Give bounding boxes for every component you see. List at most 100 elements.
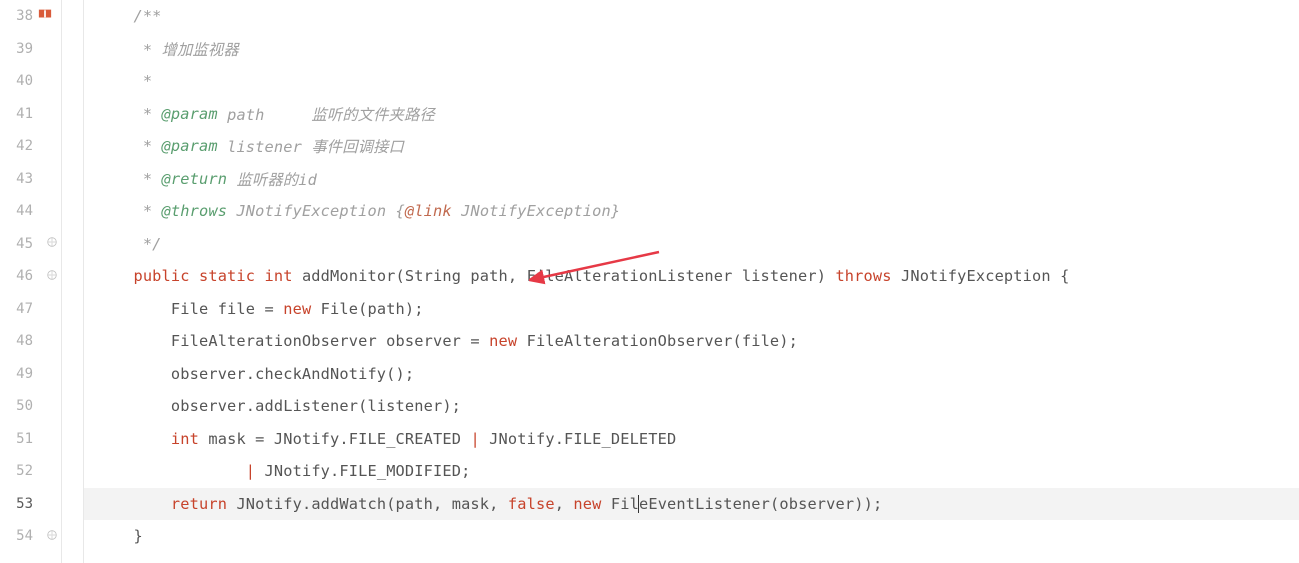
code-token: File file = <box>133 300 283 318</box>
line-number: 41 <box>16 106 33 122</box>
gutter-row[interactable]: 43 <box>0 163 61 196</box>
code-line[interactable]: * <box>84 65 1299 98</box>
code-token: Fil <box>602 495 639 513</box>
line-number: 46 <box>16 268 33 284</box>
code-editor[interactable]: 38 39 40 41 42 43 44 45 46 47 48 49 50 51 52 53 54 /** *… <box>0 0 1299 563</box>
code-token: new <box>283 300 311 318</box>
code-line[interactable]: * @return 监听器的id <box>84 163 1299 196</box>
code-token: , <box>555 495 574 513</box>
code-token: JNotify.FILE_MODIFIED; <box>255 462 470 480</box>
code-token: new <box>573 495 601 513</box>
code-token: observer.addListener(listener); <box>133 397 461 415</box>
code-line[interactable]: observer.addListener(listener); <box>84 390 1299 423</box>
code-line[interactable]: } <box>84 520 1299 553</box>
gutter-row[interactable]: 53 <box>0 488 61 521</box>
code-token: addMonitor(String path, FileAlterationLi… <box>293 267 836 285</box>
code-token <box>133 495 170 513</box>
code-line[interactable]: int mask = JNotify.FILE_CREATED | JNotif… <box>84 423 1299 456</box>
code-token: FileAlterationObserver observer = <box>133 332 489 350</box>
line-number: 45 <box>16 236 33 252</box>
gutter-row[interactable]: 52 <box>0 455 61 488</box>
line-number: 48 <box>16 333 33 349</box>
gutter-row[interactable]: 38 <box>0 0 61 33</box>
code-line[interactable]: * @throws JNotifyException {@link JNotif… <box>84 195 1299 228</box>
code-token: JNotifyException { <box>227 202 405 220</box>
gutter-row[interactable]: 47 <box>0 293 61 326</box>
code-token: */ <box>133 235 161 253</box>
code-token: JNotifyException { <box>892 267 1070 285</box>
gutter-row[interactable]: 45 <box>0 228 61 261</box>
fold-icon[interactable] <box>47 270 57 283</box>
code-token: File(path); <box>311 300 423 318</box>
code-line[interactable]: public static int addMonitor(String path… <box>84 260 1299 293</box>
gutter-row[interactable]: 48 <box>0 325 61 358</box>
code-token: /** <box>133 7 161 25</box>
line-number: 47 <box>16 301 33 317</box>
code-line[interactable]: FileAlterationObserver observer = new Fi… <box>84 325 1299 358</box>
gutter-row[interactable]: 39 <box>0 33 61 66</box>
code-token: public static int <box>133 267 292 285</box>
gutter-row[interactable]: 40 <box>0 65 61 98</box>
code-token: * <box>133 72 152 90</box>
gutter-row[interactable]: 42 <box>0 130 61 163</box>
code-line[interactable]: | JNotify.FILE_MODIFIED; <box>84 455 1299 488</box>
line-number: 51 <box>16 431 33 447</box>
margin-strip <box>62 0 84 563</box>
code-token: listener 事件回调接口 <box>218 135 404 157</box>
line-number: 43 <box>16 171 33 187</box>
code-token: @throws <box>162 202 228 220</box>
line-number: 53 <box>16 496 33 512</box>
code-token: mask = JNotify.FILE_CREATED <box>199 430 470 448</box>
line-number: 49 <box>16 366 33 382</box>
code-line[interactable]: * @param listener 事件回调接口 <box>84 130 1299 163</box>
code-token: @param <box>162 137 218 155</box>
code-area[interactable]: /** * 增加监视器 * * @param path 监听的文件夹路径 * @… <box>84 0 1299 563</box>
code-token: | <box>246 462 255 480</box>
gutter-row[interactable]: 51 <box>0 423 61 456</box>
code-token: return <box>171 495 227 513</box>
code-token: * <box>133 105 161 123</box>
gutter-row[interactable]: 44 <box>0 195 61 228</box>
line-number-gutter: 38 39 40 41 42 43 44 45 46 47 48 49 50 51 52 53 54 <box>0 0 62 563</box>
fold-icon[interactable] <box>47 237 57 250</box>
gutter-row[interactable]: 54 <box>0 520 61 553</box>
code-line[interactable]: return JNotify.addWatch(path, mask, fals… <box>84 488 1299 521</box>
gutter-row[interactable]: 50 <box>0 390 61 423</box>
code-token: throws <box>835 267 891 285</box>
code-line[interactable]: * 增加监视器 <box>84 33 1299 66</box>
code-line[interactable]: * @param path 监听的文件夹路径 <box>84 98 1299 131</box>
code-token: @link <box>405 202 452 220</box>
line-number: 38 <box>16 8 33 24</box>
code-token: JNotifyException} <box>452 202 620 220</box>
code-token: eEventListener(observer)); <box>639 495 882 513</box>
code-token: false <box>508 495 555 513</box>
gutter-row[interactable]: 41 <box>0 98 61 131</box>
line-number: 42 <box>16 138 33 154</box>
fold-icon[interactable] <box>47 530 57 543</box>
code-line[interactable]: File file = new File(path); <box>84 293 1299 326</box>
code-token: JNotify.addWatch(path, mask, <box>227 495 508 513</box>
code-token <box>133 430 170 448</box>
code-token: } <box>133 527 142 545</box>
line-number: 44 <box>16 203 33 219</box>
code-line[interactable]: */ <box>84 228 1299 261</box>
code-token: @param <box>162 105 218 123</box>
gutter-row[interactable]: 46 <box>0 260 61 293</box>
code-token: 监听器的id <box>227 168 317 190</box>
code-token: | <box>470 430 479 448</box>
code-token: observer.checkAndNotify(); <box>133 365 414 383</box>
code-token: JNotify.FILE_DELETED <box>480 430 677 448</box>
line-number: 40 <box>16 73 33 89</box>
code-line[interactable]: /** <box>84 0 1299 33</box>
line-number: 52 <box>16 463 33 479</box>
gutter-row[interactable]: 49 <box>0 358 61 391</box>
line-number: 39 <box>16 41 33 57</box>
code-token: * <box>133 170 161 188</box>
code-token: path 监听的文件夹路径 <box>218 103 435 125</box>
line-number: 50 <box>16 398 33 414</box>
code-token: new <box>489 332 517 350</box>
code-token: * <box>133 202 161 220</box>
bookmark-icon[interactable] <box>38 7 52 25</box>
code-token: * 增加监视器 <box>133 38 238 60</box>
code-line[interactable]: observer.checkAndNotify(); <box>84 358 1299 391</box>
